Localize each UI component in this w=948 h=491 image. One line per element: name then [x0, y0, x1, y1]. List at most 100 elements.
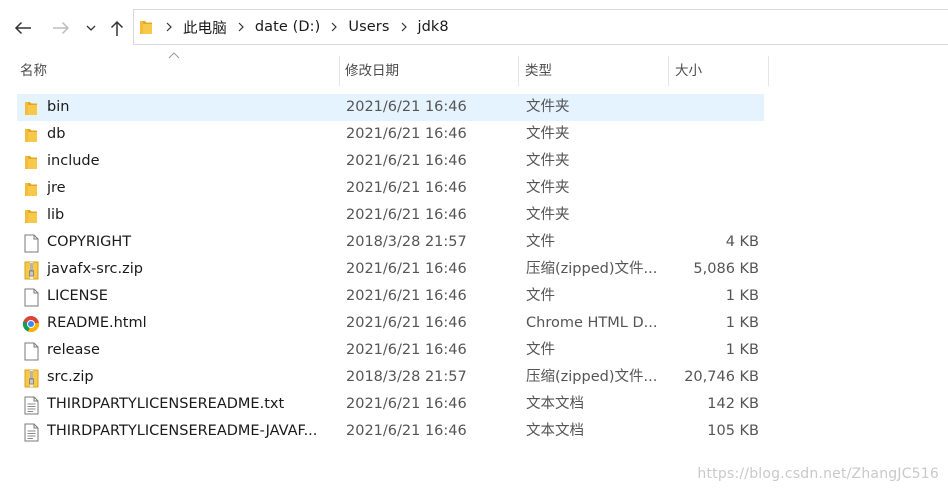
- file-row[interactable]: jre 2021/6/21 16:46 文件夹: [17, 175, 764, 202]
- file-row[interactable]: COPYRIGHT 2018/3/28 21:57 文件 4 KB: [17, 229, 764, 256]
- file-row[interactable]: db 2021/6/21 16:46 文件夹: [17, 121, 764, 148]
- chevron-right-icon: [166, 22, 172, 32]
- file-date: 2021/6/21 16:46: [346, 423, 467, 439]
- file-name: include: [47, 153, 100, 169]
- file-icon: [21, 233, 41, 253]
- file-row[interactable]: THIRDPARTYLICENSEREADME-JAVAF... 2021/6/2…: [17, 418, 764, 445]
- text-file-icon: [21, 422, 41, 442]
- chevron-right-icon: [238, 22, 244, 32]
- file-type: 文件: [526, 288, 555, 304]
- file-date: 2021/6/21 16:46: [346, 396, 467, 412]
- breadcrumb-separator[interactable]: [392, 22, 416, 32]
- file-type: Chrome HTML D...: [526, 315, 658, 331]
- address-bar[interactable]: 此电脑 date (D:) Users jdk8: [133, 9, 948, 45]
- file-row[interactable]: THIRDPARTYLICENSEREADME.txt 2021/6/21 16:…: [17, 391, 764, 418]
- file-row[interactable]: LICENSE 2021/6/21 16:46 文件 1 KB: [17, 283, 764, 310]
- file-row[interactable]: bin 2021/6/21 16:46 文件夹: [17, 94, 764, 121]
- folder-icon: [139, 19, 153, 35]
- breadcrumb-this-pc[interactable]: 此电脑: [181, 17, 229, 38]
- file-name: THIRDPARTYLICENSEREADME-JAVAF...: [47, 423, 318, 439]
- file-name: jre: [47, 180, 66, 196]
- file-name: bin: [47, 99, 70, 115]
- file-size: 1 KB: [725, 342, 759, 358]
- recent-locations-button[interactable]: [81, 13, 101, 43]
- file-size: [669, 94, 759, 121]
- column-divider[interactable]: [518, 56, 519, 86]
- file-date: 2021/6/21 16:46: [346, 180, 467, 196]
- file-icon: [21, 287, 41, 307]
- file-row[interactable]: include 2021/6/21 16:46 文件夹: [17, 148, 764, 175]
- text-file-icon: [21, 395, 41, 415]
- file-date: 2021/6/21 16:46: [346, 207, 467, 223]
- breadcrumb-users[interactable]: Users: [346, 19, 391, 35]
- file-name: src.zip: [47, 369, 94, 385]
- file-name: lib: [47, 207, 65, 223]
- column-header-size[interactable]: 大小: [670, 56, 768, 86]
- file-type: 文件夹: [526, 99, 570, 115]
- file-row[interactable]: lib 2021/6/21 16:46 文件夹: [17, 202, 764, 229]
- folder-icon: [21, 152, 41, 172]
- file-size: 1 KB: [725, 288, 759, 304]
- file-date: 2021/6/21 16:46: [346, 261, 467, 277]
- folder-icon: [21, 125, 41, 145]
- file-row[interactable]: javafx-src.zip 2021/6/21 16:46 压缩(zipped)文…: [17, 256, 764, 283]
- file-row[interactable]: src.zip 2018/3/28 21:57 压缩(zipped)文件... 20,…: [17, 364, 764, 391]
- zip-file-icon: [21, 368, 41, 388]
- column-header-name[interactable]: 名称: [15, 56, 339, 86]
- chevron-right-icon: [401, 22, 407, 32]
- file-row[interactable]: README.html 2021/6/21 16:46 Chrome HTML D.…: [17, 310, 764, 337]
- breadcrumb-jdk8[interactable]: jdk8: [416, 19, 451, 35]
- arrow-left-icon: [14, 21, 31, 35]
- column-header-date[interactable]: 修改日期: [340, 56, 518, 86]
- folder-icon: [21, 206, 41, 226]
- column-header-type[interactable]: 类型: [520, 56, 667, 86]
- file-type: 文件: [526, 342, 555, 358]
- breadcrumb-separator[interactable]: [157, 22, 181, 32]
- file-size: [669, 148, 759, 175]
- column-divider[interactable]: [768, 56, 769, 86]
- file-date: 2021/6/21 16:46: [346, 315, 467, 331]
- file-name: javafx-src.zip: [47, 261, 143, 277]
- file-name: db: [47, 126, 66, 142]
- breadcrumb-separator[interactable]: [229, 22, 253, 32]
- file-name: README.html: [47, 315, 147, 331]
- file-size: 5,086 KB: [693, 261, 759, 277]
- file-type: 文件: [526, 234, 555, 250]
- forward-button[interactable]: [47, 13, 75, 43]
- file-date: 2021/6/21 16:46: [346, 99, 467, 115]
- file-type: 压缩(zipped)文件...: [526, 369, 658, 385]
- chrome-icon: [21, 314, 41, 334]
- arrow-up-icon: [110, 20, 124, 36]
- file-size: [669, 202, 759, 229]
- file-date: 2018/3/28 21:57: [346, 369, 467, 385]
- folder-icon: [21, 179, 41, 199]
- file-size: [669, 121, 759, 148]
- file-explorer-window: 此电脑 date (D:) Users jdk8 名称 修改日期 类型 大小 b…: [0, 0, 948, 491]
- file-icon: [21, 341, 41, 361]
- file-type: 文件夹: [526, 207, 570, 223]
- file-date: 2021/6/21 16:46: [346, 126, 467, 142]
- file-name: COPYRIGHT: [47, 234, 132, 250]
- watermark: https://blog.csdn.net/ZhangJC516: [697, 466, 939, 482]
- file-size: 1 KB: [725, 315, 759, 331]
- file-name: LICENSE: [47, 288, 108, 304]
- file-type: 文件夹: [526, 180, 570, 196]
- file-name: release: [47, 342, 100, 358]
- file-date: 2018/3/28 21:57: [346, 234, 467, 250]
- breadcrumb-separator[interactable]: [322, 22, 346, 32]
- file-size: [669, 175, 759, 202]
- zip-file-icon: [21, 260, 41, 280]
- file-size: 4 KB: [725, 234, 759, 250]
- file-type: 文本文档: [526, 423, 584, 439]
- arrow-right-icon: [53, 21, 70, 35]
- up-button[interactable]: [103, 13, 131, 43]
- file-row[interactable]: release 2021/6/21 16:46 文件 1 KB: [17, 337, 764, 364]
- breadcrumb-drive[interactable]: date (D:): [253, 19, 323, 35]
- file-date: 2021/6/21 16:46: [346, 342, 467, 358]
- chevron-down-icon: [86, 25, 96, 31]
- file-type: 压缩(zipped)文件...: [526, 261, 658, 277]
- back-button[interactable]: [9, 13, 37, 43]
- navigation-bar: 此电脑 date (D:) Users jdk8: [0, 0, 948, 56]
- file-type: 文件夹: [526, 153, 570, 169]
- column-divider[interactable]: [668, 56, 669, 86]
